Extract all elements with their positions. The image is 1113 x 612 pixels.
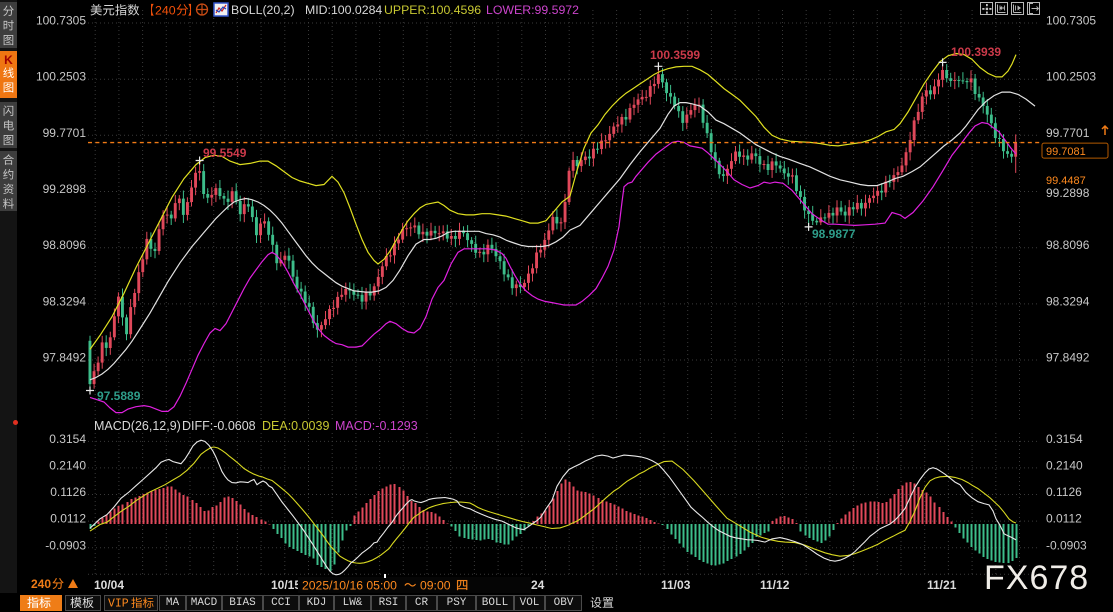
svg-text:VIP: VIP [108, 598, 129, 611]
svg-text:K: K [4, 53, 13, 67]
